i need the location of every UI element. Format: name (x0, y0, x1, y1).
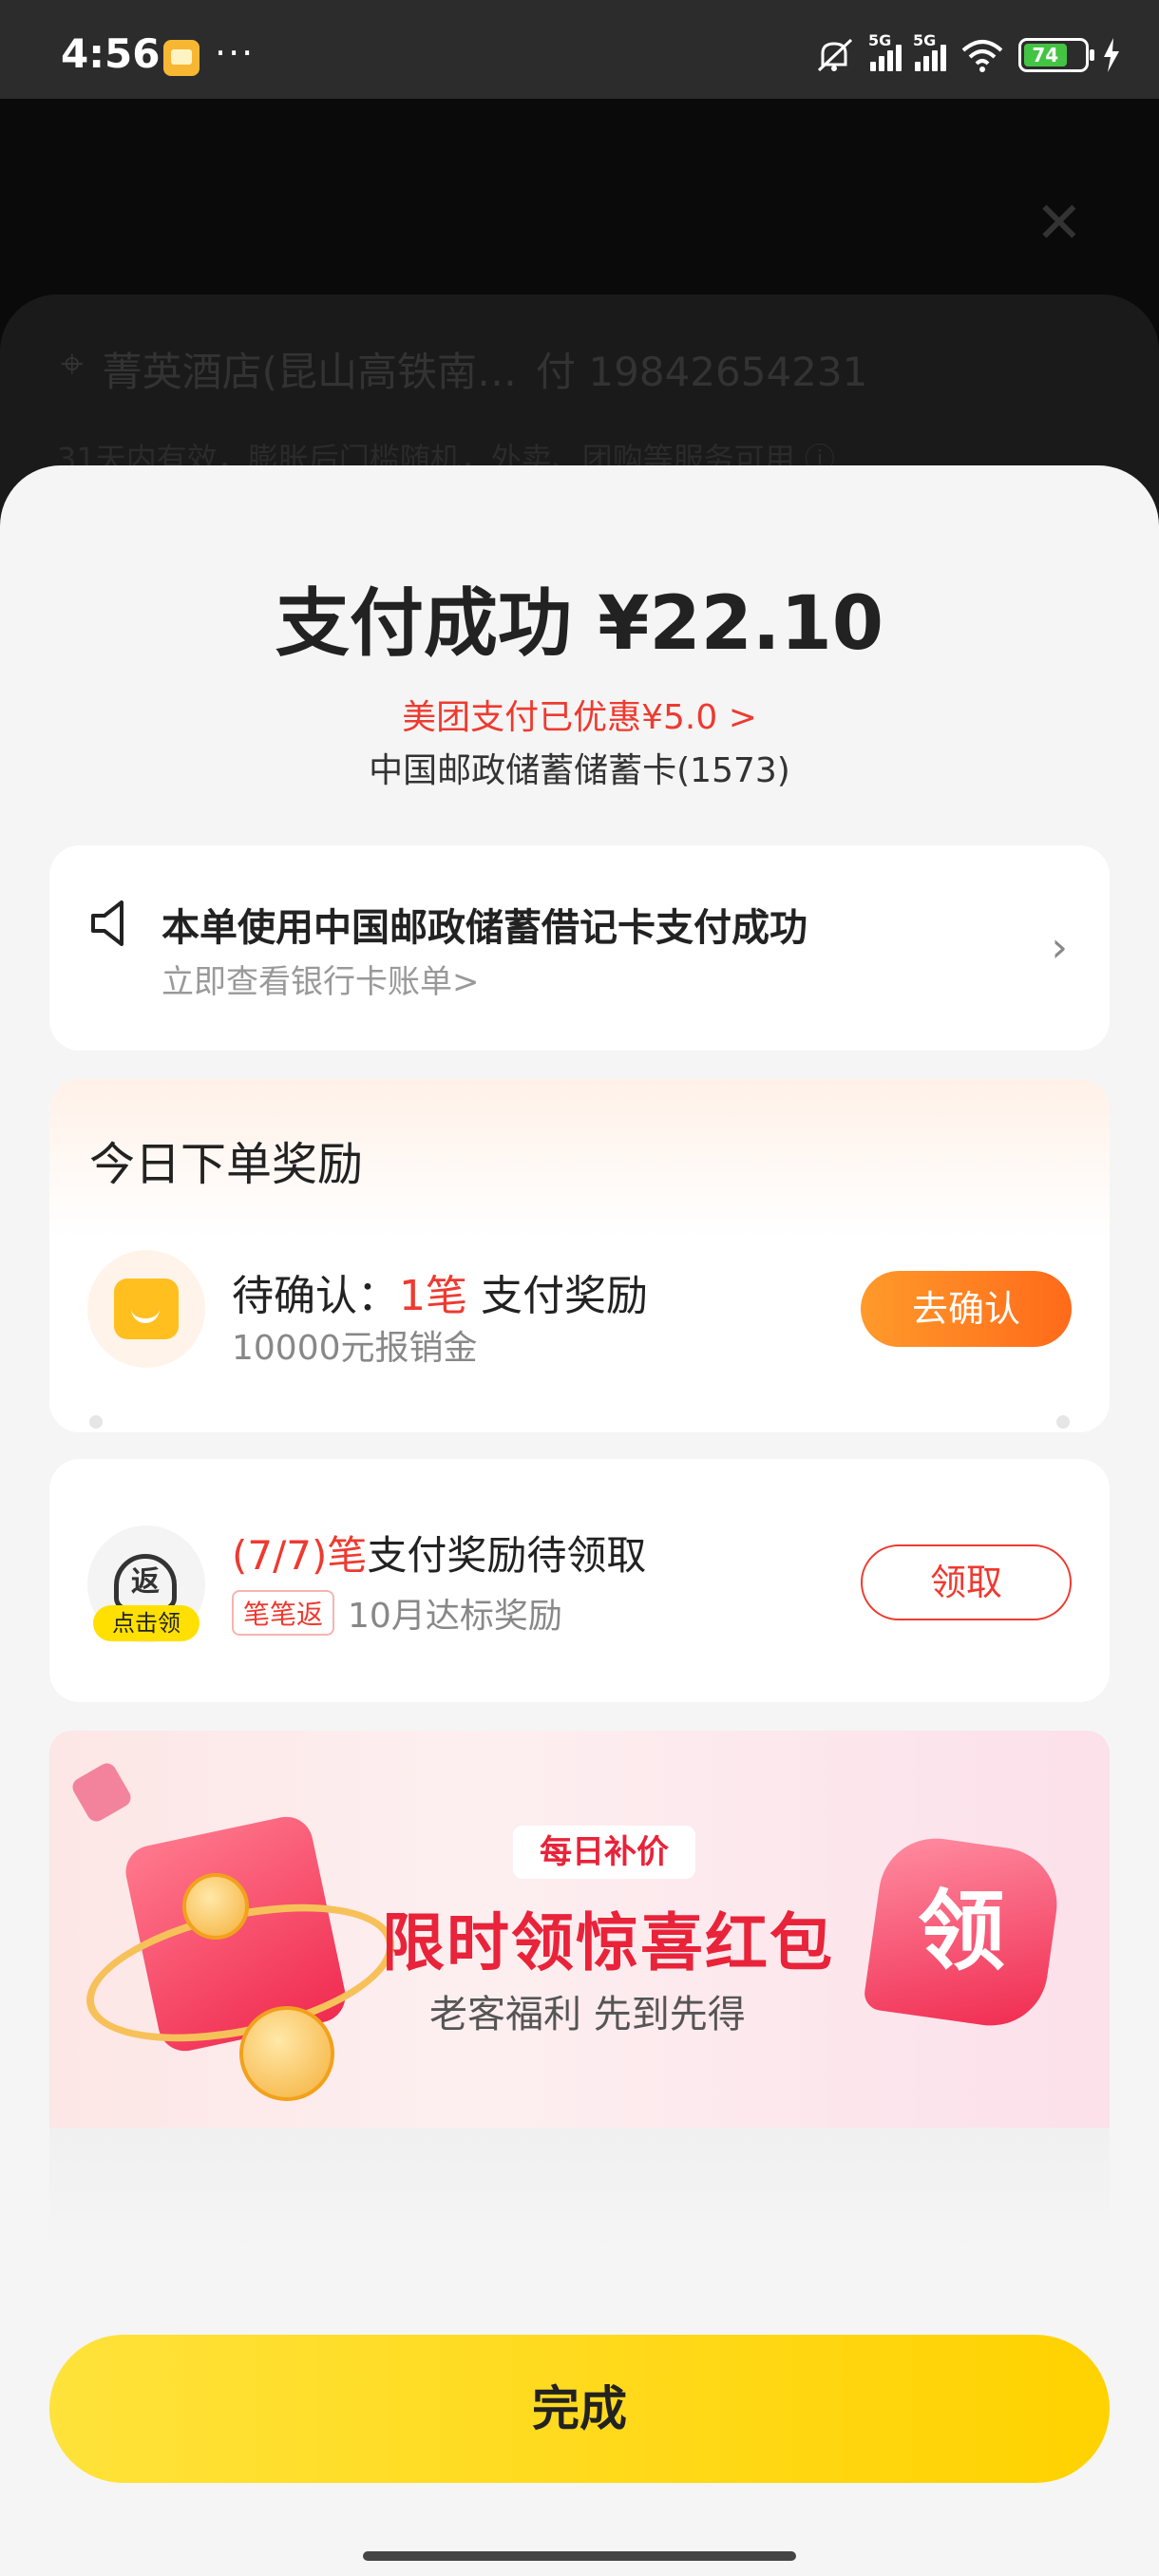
wifi-icon (961, 40, 1003, 72)
battery-icon: 74 (1018, 38, 1094, 72)
status-bar: 4:56 ··· 5G 5G 74 (0, 0, 1159, 99)
signal-1-icon: 5G (868, 31, 902, 71)
pending-reward-subtitle: 10000元报销金 (232, 1329, 478, 1368)
banner-title: 限时领惊喜红包 (382, 1906, 834, 1979)
more-notifications-icon: ··· (215, 32, 256, 74)
cashback-icon[interactable]: 返 点击领 (87, 1525, 205, 1643)
banner-tag: 每日补价 (513, 1826, 695, 1879)
payment-success-sheet: 支付成功 ¥22.10 美团支付已优惠¥5.0 > 中国邮政储蓄储蓄卡(1573… (0, 465, 1159, 2576)
home-indicator[interactable] (363, 2551, 796, 2561)
wallet-icon (87, 1250, 205, 1368)
tap-to-claim-badge: 点击领 (93, 1605, 200, 1641)
notice-subtitle[interactable]: 立即查看银行卡账单> (162, 956, 480, 1002)
charging-icon (1104, 38, 1119, 72)
payment-card: 中国邮政储蓄储蓄卡(1573) (369, 751, 790, 790)
claim-reward-card: 返 点击领 (7/7)笔支付奖励待领取 笔笔返 10月达标奖励 领取 (49, 1459, 1110, 1702)
megaphone-icon (68, 1759, 135, 1826)
signal-2-icon: 5G (913, 31, 946, 71)
claim-title: (7/7)笔支付奖励待领取 (232, 1532, 647, 1579)
location-icon: ⌖ (61, 340, 84, 387)
claim-button[interactable]: 领取 (861, 1544, 1072, 1620)
reward-heading: 今日下单奖励 (89, 1138, 364, 1191)
banner-footer (49, 2128, 1110, 2251)
background-location: 菁英酒店(昆山高铁南… (102, 349, 518, 395)
pending-reward-title: 待确认：1笔 支付奖励 (232, 1272, 648, 1320)
coin-icon (182, 1873, 249, 1940)
discount-link[interactable]: 美团支付已优惠¥5.0 > (0, 690, 1159, 739)
bank-notice-card[interactable]: 本单使用中国邮政储蓄借记卡支付成功 立即查看银行卡账单> › (49, 845, 1110, 1051)
cashback-tag: 笔笔返 (232, 1590, 335, 1636)
chevron-right-icon: › (1051, 923, 1068, 972)
claim-subtitle: 10月达标奖励 (348, 1597, 562, 1636)
red-packet-banner[interactable]: 每日补价 限时领惊喜红包 老客福利 先到先得 领 (49, 1731, 1110, 2128)
today-reward-card: 今日下单奖励 待确认：1笔 支付奖励 10000元报销金 去确认 (49, 1079, 1110, 1432)
banner-subtitle: 老客福利 先到先得 (429, 1993, 746, 2036)
background-pay-info: 付 19842654231 (536, 349, 868, 395)
status-time: 4:56 (61, 30, 161, 77)
notice-title: 本单使用中国邮政储蓄借记卡支付成功 (162, 906, 808, 950)
confirm-button[interactable]: 去确认 (861, 1271, 1072, 1347)
done-button[interactable]: 完成 (49, 2335, 1110, 2483)
speaker-icon (91, 900, 124, 946)
banner-badge: 领 (917, 1881, 1005, 1982)
connector-dot (89, 1415, 103, 1429)
close-icon: ✕ (1035, 190, 1083, 256)
connector-dot (1056, 1415, 1070, 1429)
payment-title: 支付成功 ¥22.10 (275, 581, 884, 667)
mute-icon (817, 38, 853, 72)
coin-icon (239, 2006, 334, 2101)
notification-app-icon (163, 40, 200, 76)
